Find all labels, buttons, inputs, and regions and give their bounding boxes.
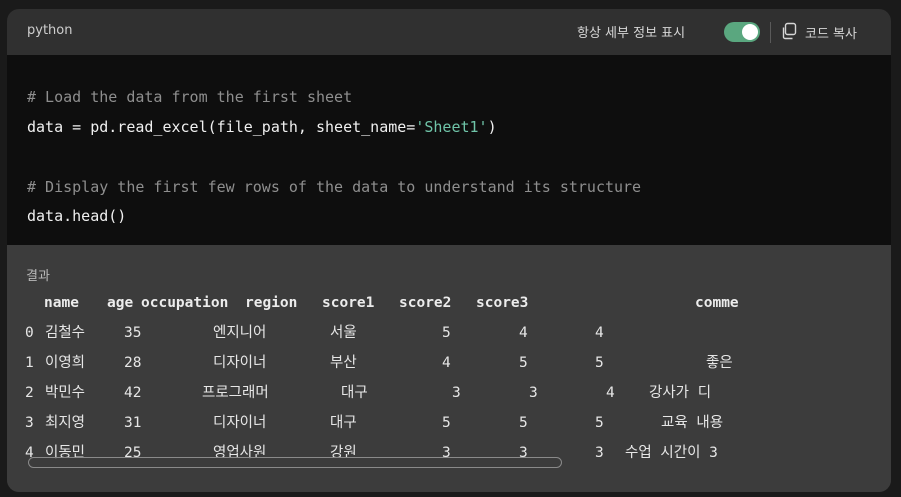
table-cell: 디자이너 (213, 355, 267, 371)
code-block-header: python 항상 세부 정보 표시 코드 복사 (7, 9, 891, 55)
table-cell: 대구 (341, 385, 368, 401)
table-cell: 28 (124, 355, 142, 371)
table-cell: 5 (595, 355, 604, 371)
row-index: 1 (25, 355, 34, 371)
table-cell: 4 (606, 385, 615, 401)
copy-code-button[interactable]: 코드 복사 (780, 20, 880, 44)
column-header: region (245, 295, 298, 311)
table-cell: 4 (595, 325, 604, 341)
table-cell: 최지영 (45, 415, 86, 431)
table-cell: 35 (124, 325, 142, 341)
code-area[interactable]: # Load the data from the first sheet dat… (7, 55, 891, 245)
row-index: 0 (25, 325, 34, 341)
code-token: data = pd.read_excel(file_path, sheet_na… (27, 118, 416, 136)
table-cell: 3 (529, 385, 538, 401)
column-header: score2 (399, 295, 452, 311)
table-cell: 42 (124, 385, 142, 401)
table-cell: 박민수 (45, 385, 86, 401)
column-header: age (107, 295, 134, 311)
table-cell: 5 (442, 325, 451, 341)
copy-icon (782, 22, 797, 40)
horizontal-scrollbar[interactable] (28, 457, 562, 468)
table-cell: 엔지니어 (213, 325, 267, 341)
table-cell: 좋은 (706, 355, 733, 371)
table-cell: 이영희 (45, 355, 86, 371)
result-panel: 결과 name age occupation region score1 sco… (7, 245, 891, 492)
table-cell: 강사가 디 (649, 385, 712, 401)
table-cell: 수업 시간이 3 (625, 445, 718, 461)
table-cell: 디자이너 (213, 415, 267, 431)
table-cell: 3 (595, 445, 604, 461)
code-string: 'Sheet1' (415, 118, 488, 136)
table-cell: 부산 (330, 355, 357, 371)
header-divider (770, 22, 771, 43)
table-cell: 5 (595, 415, 604, 431)
table-cell: 4 (442, 355, 451, 371)
toggle-knob (742, 24, 758, 40)
show-details-label: 항상 세부 정보 표시 (577, 26, 686, 41)
table-cell: 교육 내용 (661, 415, 724, 431)
table-cell: 5 (519, 355, 528, 371)
code-line: data.head() (27, 207, 127, 225)
table-cell: 김철수 (45, 325, 86, 341)
table-cell: 5 (519, 415, 528, 431)
result-label: 결과 (26, 269, 50, 284)
column-header: score3 (476, 295, 529, 311)
table-cell: 3 (452, 385, 461, 401)
row-index: 2 (25, 385, 34, 401)
code-comment-line: # Display the first few rows of the data… (27, 178, 642, 196)
table-cell: 5 (442, 415, 451, 431)
table-cell: 대구 (330, 415, 357, 431)
code-comment-line: # Load the data from the first sheet (27, 88, 353, 106)
show-details-toggle[interactable] (724, 22, 760, 42)
table-cell: 31 (124, 415, 142, 431)
code-token: ) (487, 118, 497, 136)
code-line: data = pd.read_excel(file_path, sheet_na… (27, 117, 497, 137)
table-cell: 서울 (330, 325, 357, 341)
column-header: score1 (322, 295, 375, 311)
language-label: python (27, 23, 73, 38)
code-block-card: python 항상 세부 정보 표시 코드 복사 # Load the data… (7, 9, 891, 492)
column-header: occupation (141, 295, 229, 311)
column-header: name (44, 295, 79, 311)
copy-code-label: 코드 복사 (805, 27, 857, 42)
row-index: 3 (25, 415, 34, 431)
column-header: comme (695, 295, 738, 311)
table-cell: 프로그래머 (202, 385, 269, 401)
dataframe-output[interactable]: name age occupation region score1 score2… (25, 293, 738, 483)
table-cell: 4 (519, 325, 528, 341)
